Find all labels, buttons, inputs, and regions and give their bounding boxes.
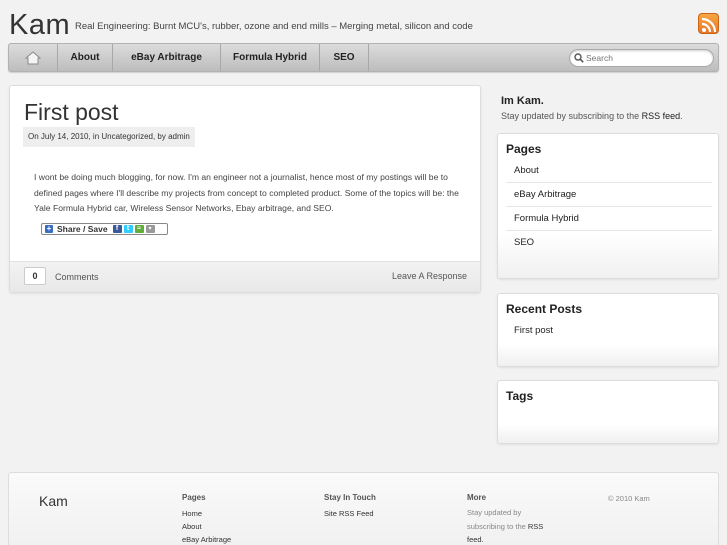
post-card: First post On July 14, 2010, in Uncatego… — [9, 85, 481, 293]
search-input[interactable] — [586, 52, 708, 64]
footer-link-ebay-arbitrage[interactable]: eBay Arbitrage — [182, 535, 231, 544]
post-title[interactable]: First post — [24, 99, 119, 126]
site-description: Real Engineering: Burnt MCU's, rubber, o… — [75, 21, 473, 32]
comment-count[interactable]: 0 — [24, 267, 46, 285]
footer-more-line3: feed. — [467, 535, 484, 544]
footer-more-line2-text: subscribing to the — [467, 521, 526, 531]
tags-widget: Tags — [497, 380, 719, 444]
rss-feed-link[interactable]: RSS feed — [642, 111, 681, 121]
recent-post-item[interactable]: First post — [506, 319, 712, 343]
footer-logo[interactable]: Kam — [39, 493, 68, 509]
footer-more-line1: Stay updated by — [467, 508, 522, 517]
facebook-icon: f — [112, 225, 122, 233]
footer-more-rss-link[interactable]: RSS — [528, 522, 543, 531]
site-footer: Kam Pages Home About eBay Arbitrage Stay… — [8, 472, 719, 545]
search-box — [569, 49, 714, 67]
sidebar-page-formula-hybrid[interactable]: Formula Hybrid — [506, 207, 712, 231]
footer-touch-heading: Stay In Touch — [324, 493, 376, 502]
recent-posts-title: Recent Posts — [506, 302, 583, 316]
footer-more-line2: subscribing to the RSS — [467, 520, 543, 534]
pages-widget-title: Pages — [506, 142, 542, 156]
nav-item-formula-hybrid[interactable]: Formula Hybrid — [221, 44, 320, 71]
share-save-label: Share / Save — [57, 224, 108, 234]
share-icon: ≈ — [134, 225, 144, 233]
site-title[interactable]: Kam — [9, 9, 70, 42]
about-text-end: . — [680, 111, 683, 121]
sidebar-page-ebay-arbitrage[interactable]: eBay Arbitrage — [506, 183, 712, 207]
footer-link-home[interactable]: Home — [182, 509, 202, 518]
sidebar-page-about[interactable]: About — [506, 159, 712, 183]
footer-rss-link[interactable]: Site RSS Feed — [324, 509, 374, 518]
comments-link[interactable]: Comments — [55, 272, 99, 282]
plus-icon: + — [45, 224, 53, 233]
recent-posts-widget: Recent Posts First post — [497, 293, 719, 367]
home-icon — [25, 50, 41, 64]
about-text-label: Stay updated by subscribing to the — [501, 111, 640, 121]
post-footer: 0 Comments Leave A Response — [10, 261, 480, 292]
tags-title: Tags — [506, 389, 534, 403]
rss-icon[interactable] — [698, 13, 719, 34]
footer-more-heading: More — [467, 493, 487, 502]
post-meta: On July 14, 2010, in Uncategorized, by a… — [23, 127, 195, 147]
post-body: I wont be doing much blogging, for now. … — [34, 172, 459, 213]
nav-item-ebay-arbitrage[interactable]: eBay Arbitrage — [113, 44, 221, 71]
footer-link-about[interactable]: About — [182, 522, 202, 531]
search-icon — [574, 53, 584, 63]
about-text: Stay updated by subscribing to the RSS f… — [501, 111, 683, 121]
about-title: Im Kam. — [501, 95, 544, 107]
sidebar-page-seo[interactable]: SEO — [506, 231, 712, 255]
footer-copyright: © 2010 Kam — [608, 494, 650, 503]
share-save-button[interactable]: + Share / Save f t ≈ ▾ — [41, 223, 168, 235]
nav-item-seo[interactable]: SEO — [320, 44, 369, 71]
pages-widget: Pages About eBay Arbitrage Formula Hybri… — [497, 133, 719, 279]
footer-more-text: Stay updated by subscribing to the RSS f… — [467, 506, 543, 545]
leave-response-link[interactable]: Leave A Response — [392, 271, 467, 281]
nav-home-button[interactable] — [9, 44, 58, 71]
more-icon: ▾ — [145, 225, 155, 233]
twitter-icon: t — [123, 225, 133, 233]
main-nav: About eBay Arbitrage Formula Hybrid SEO — [8, 43, 719, 72]
footer-pages-heading: Pages — [182, 493, 206, 502]
nav-item-about[interactable]: About — [58, 44, 113, 71]
